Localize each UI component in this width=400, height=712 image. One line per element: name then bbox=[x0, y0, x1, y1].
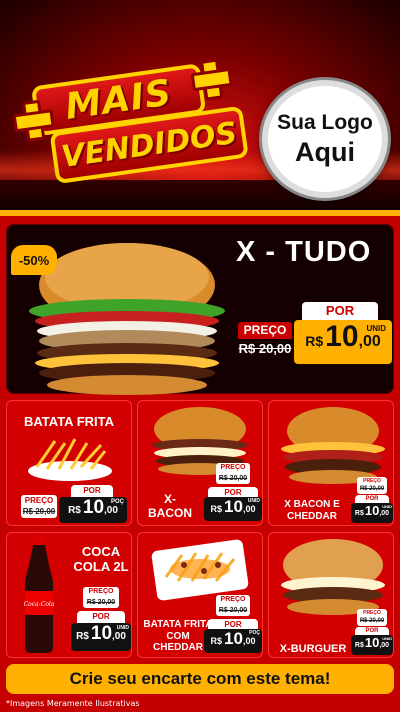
new-price: R$ 10 ,00 UNID bbox=[351, 503, 393, 523]
product-card: BATATA FRITA COM CHEDDAR PREÇO R$ 20,00 … bbox=[137, 532, 263, 658]
old-price: R$ 20,00 bbox=[216, 473, 250, 484]
price-decimal: ,00 bbox=[242, 504, 256, 514]
featured-price-tag: POR PREÇO R$ 20,00 R$ 10 ,00 UNID bbox=[238, 302, 392, 366]
product-card: BATATA FRITA POR PREÇO R$ 20,00 R$ 10 ,0… bbox=[6, 400, 132, 526]
product-card: X-BURGUER PREÇO R$ 20,00 POR R$ 10 ,00 U… bbox=[268, 532, 394, 658]
new-price: R$ 10 ,00 UNID bbox=[71, 623, 131, 651]
plus-icon bbox=[189, 58, 227, 96]
por-label: POR bbox=[77, 611, 125, 623]
fries-image bbox=[28, 438, 112, 481]
old-price: R$ 20,00 bbox=[216, 605, 250, 616]
old-price: R$ 20,00 bbox=[357, 617, 387, 626]
currency: R$ bbox=[76, 631, 89, 642]
preco-label: PREÇO bbox=[357, 477, 387, 485]
unit-label: UNID bbox=[382, 504, 392, 509]
new-price: R$ 10 ,00 UNID bbox=[351, 635, 393, 655]
new-price: R$ 10 ,00 POÇ bbox=[59, 497, 127, 523]
price-integer: 10 bbox=[364, 635, 380, 650]
logo-placeholder: Sua Logo Aqui bbox=[262, 80, 388, 198]
preco-label: PREÇO bbox=[83, 587, 119, 597]
preco-label: PREÇO bbox=[216, 595, 250, 605]
preco-label: PREÇO bbox=[21, 495, 57, 506]
price-tag: PREÇO R$ 20,00 POR R$ 10 ,00 UNID bbox=[351, 477, 393, 523]
por-label: POR bbox=[302, 302, 378, 320]
price-decimal: ,00 bbox=[379, 642, 390, 649]
por-label: POR bbox=[71, 485, 113, 497]
unit-label: UNID bbox=[247, 498, 260, 504]
old-price: R$ 20,00 bbox=[357, 485, 387, 494]
new-price: R$ 10 ,00 UNID bbox=[204, 497, 262, 521]
currency: R$ bbox=[210, 636, 223, 646]
featured-product-name: X - TUDO bbox=[236, 236, 372, 268]
cheddar-fries-image bbox=[151, 539, 249, 601]
unit-label: UNID bbox=[382, 636, 392, 641]
price-integer: 10 bbox=[82, 497, 105, 518]
currency: R$ bbox=[210, 504, 223, 514]
product-name: BATATA FRITA bbox=[23, 414, 114, 429]
preco-label: PREÇO bbox=[216, 463, 250, 473]
price-decimal: ,00 bbox=[358, 333, 381, 350]
price-integer: 10 bbox=[224, 497, 243, 516]
svg-text:Coca-Cola: Coca-Cola bbox=[24, 601, 55, 608]
cta-banner[interactable]: Crie seu encarte com este tema! bbox=[6, 664, 394, 694]
unit-label: UNID bbox=[366, 324, 386, 333]
logo-line2: Aqui bbox=[295, 136, 355, 167]
price-tag: POR PREÇO R$ 20,00 R$ 10 ,00 POÇ bbox=[21, 485, 127, 523]
price-tag: PREÇO R$ 20,00 POR R$ 10 ,00 POÇ bbox=[204, 595, 262, 655]
old-price: R$ 20,00 bbox=[238, 341, 292, 356]
new-price: R$ 10 ,00 UNID bbox=[294, 320, 392, 364]
discount-badge: -50% bbox=[11, 245, 57, 275]
currency: R$ bbox=[305, 333, 324, 349]
price-tag: PREÇO R$ 20,00 POR R$ 10 ,00 UNID bbox=[71, 587, 131, 653]
old-price: R$ 20,00 bbox=[83, 597, 119, 608]
unit-label: POÇ bbox=[110, 499, 124, 505]
price-integer: 10 bbox=[364, 503, 380, 518]
unit-label: POÇ bbox=[249, 630, 260, 636]
product-card: X BACON E CHEDDAR PREÇO R$ 20,00 POR R$ … bbox=[268, 400, 394, 526]
currency: R$ bbox=[354, 642, 364, 649]
burger-image bbox=[281, 539, 385, 615]
product-card: Coca-Cola COCA COLA 2L PREÇO R$ 20,00 PO… bbox=[6, 532, 132, 658]
price-decimal: ,00 bbox=[112, 631, 126, 642]
product-name: X-BURGUER bbox=[279, 643, 347, 655]
price-integer: 10 bbox=[224, 629, 243, 648]
new-price: R$ 10 ,00 POÇ bbox=[204, 629, 262, 653]
price-decimal: ,00 bbox=[379, 510, 390, 517]
price-tag: PREÇO R$ 20,00 POR R$ 10 ,00 UNID bbox=[204, 463, 262, 523]
burger-image bbox=[281, 407, 385, 484]
plus-icon bbox=[11, 99, 49, 137]
logo-line1: Sua Logo bbox=[277, 110, 373, 134]
preco-label: PREÇO bbox=[238, 322, 292, 339]
old-price: R$ 20,00 bbox=[21, 506, 57, 518]
unit-label: UNID bbox=[116, 625, 129, 631]
currency: R$ bbox=[354, 510, 364, 517]
preco-label: PREÇO bbox=[357, 609, 387, 617]
soda-bottle-image: Coca-Cola bbox=[24, 535, 55, 653]
disclaimer-text: *Imagens Meramente Ilustrativas bbox=[6, 699, 140, 708]
product-name: X BACON E CHEDDAR bbox=[284, 499, 340, 522]
price-decimal: ,00 bbox=[242, 636, 256, 646]
product-name: X-BACON bbox=[148, 492, 192, 520]
price-integer: 10 bbox=[90, 623, 113, 644]
product-name: COCA COLA 2L bbox=[73, 544, 129, 574]
price-tag: PREÇO R$ 20,00 POR R$ 10 ,00 UNID bbox=[351, 609, 393, 655]
currency: R$ bbox=[68, 505, 81, 516]
price-decimal: ,00 bbox=[104, 505, 118, 516]
product-card: X-BACON PREÇO R$ 20,00 POR R$ 10 ,00 UNI… bbox=[137, 400, 263, 526]
price-integer: 10 bbox=[325, 320, 359, 353]
header-banner: MAIS VENDIDOS Sua Logo Aqui bbox=[0, 0, 400, 212]
